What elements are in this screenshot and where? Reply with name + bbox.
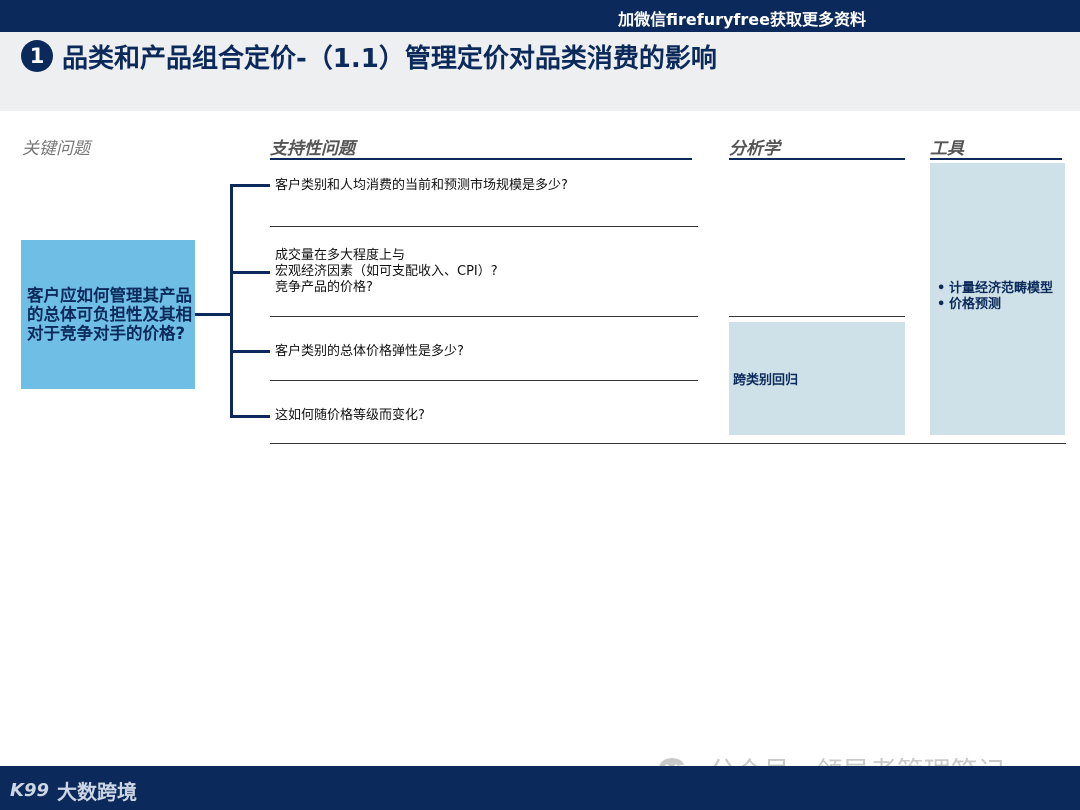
title-number-badge: 1 <box>21 40 53 72</box>
supporting-question-3: 客户类别的总体价格弹性是多少? <box>275 344 464 359</box>
analysis-divider-line <box>729 316 905 317</box>
key-question-box: 客户应如何管理其产品的总体可负担性及其相对于竞争对手的价格? <box>21 240 195 389</box>
footer-bar <box>0 766 1080 810</box>
top-banner <box>0 0 1080 32</box>
tools-item: 计量经济范畴模型 <box>937 282 1061 297</box>
connector-branch-1 <box>230 184 270 187</box>
connector-branch-3 <box>230 350 270 353</box>
key-question-text: 客户应如何管理其产品的总体可负担性及其相对于竞争对手的价格? <box>27 286 192 343</box>
connector-branch-2 <box>230 271 270 274</box>
column-header-supporting: 支持性问题 <box>270 139 355 159</box>
logo-mark: K99 <box>10 780 49 801</box>
column-header-analysis: 分析学 <box>729 139 780 159</box>
divider-line <box>270 316 698 317</box>
banner-text: 加微信firefuryfree获取更多资料 <box>618 10 866 29</box>
logo-text: 大数跨境 <box>57 780 137 804</box>
supporting-question-1: 客户类别和人均消费的当前和预测市场规模是多少? <box>275 178 568 193</box>
column-header-tools: 工具 <box>930 139 964 159</box>
connector-branch-4 <box>230 415 270 418</box>
supporting-question-2: 成交量在多大程度上与 宏观经济因素（如可支配收入、CPI）? 竞争产品的价格? <box>275 248 498 295</box>
analysis-box: 跨类别回归 <box>729 322 905 435</box>
divider-line <box>270 226 698 227</box>
tools-list: 计量经济范畴模型 价格预测 <box>937 282 1061 314</box>
page-title: 品类和产品组合定价-（1.1）管理定价对品类消费的影响 <box>62 44 717 74</box>
connector-spine <box>230 184 233 418</box>
footer-logo: K99 大数跨境 <box>10 776 137 805</box>
table-bottom-line <box>270 443 1066 444</box>
analysis-header-underline <box>729 158 905 160</box>
connector-stem <box>195 313 232 316</box>
divider-line <box>270 380 698 381</box>
analysis-label: 跨类别回归 <box>733 373 799 388</box>
supporting-question-4: 这如何随价格等级而变化? <box>275 408 425 423</box>
supporting-header-underline <box>270 158 692 160</box>
tools-header-underline <box>930 158 1062 160</box>
column-header-key-question: 关键问题 <box>22 139 90 159</box>
tools-item: 价格预测 <box>937 298 1061 313</box>
